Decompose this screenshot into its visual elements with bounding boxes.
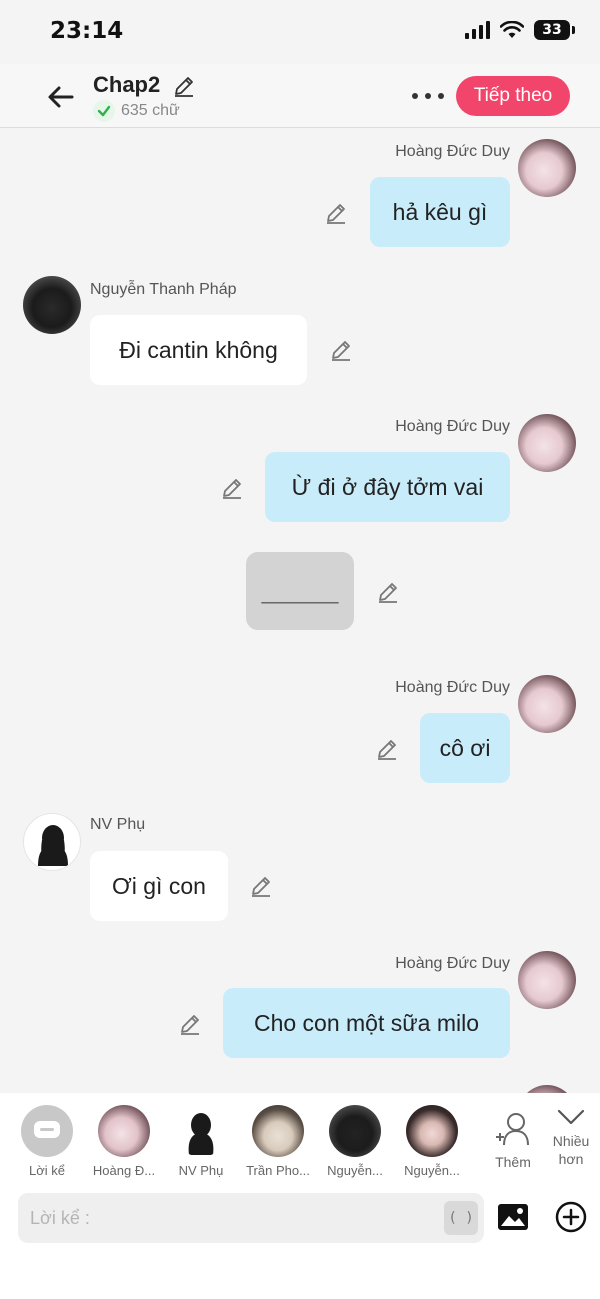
avatar[interactable] — [518, 675, 576, 733]
pencil-icon[interactable] — [220, 476, 244, 500]
character-label: Trần Pho... — [246, 1163, 310, 1178]
cellular-signal-icon — [465, 21, 490, 39]
word-count: 635 chữ — [93, 100, 180, 122]
character-label: Nguyễn... — [404, 1163, 460, 1178]
avatar — [175, 1105, 227, 1157]
wifi-icon — [500, 21, 524, 38]
avatar — [252, 1105, 304, 1157]
character-label: Lời kể — [29, 1163, 65, 1178]
silhouette-icon — [188, 1113, 214, 1155]
character-nguyen-1[interactable]: Nguyễn... — [317, 1105, 393, 1178]
plus-circle-icon[interactable] — [555, 1201, 587, 1233]
character-picker: Lời kể Hoàng Đ... NV Phụ Trần Pho... Ngu… — [0, 1093, 600, 1183]
more-characters-label: Nhiều — [552, 1133, 590, 1149]
character-tran-pho[interactable]: Trần Pho... — [240, 1105, 316, 1178]
check-icon — [93, 100, 115, 122]
pencil-icon[interactable] — [375, 737, 399, 761]
character-nv-phu[interactable]: NV Phụ — [163, 1105, 239, 1178]
character-narrator[interactable]: Lời kể — [9, 1105, 85, 1178]
status-time: 23:14 — [50, 18, 124, 44]
character-label: NV Phụ — [178, 1163, 224, 1178]
avatar[interactable] — [518, 139, 576, 197]
message-input-box[interactable]: ( ) — [18, 1193, 484, 1243]
speaker-name: Hoàng Đức Duy — [395, 418, 510, 435]
message-bubble[interactable]: Ừ đi ở đây tởm vai — [265, 452, 510, 522]
avatar — [329, 1105, 381, 1157]
pencil-icon[interactable] — [376, 580, 400, 604]
parentheses-button[interactable]: ( ) — [444, 1201, 478, 1235]
back-arrow-icon[interactable] — [44, 80, 78, 114]
chat-bubble-icon — [21, 1105, 73, 1157]
more-options-icon[interactable] — [412, 84, 444, 108]
next-button[interactable]: Tiếp theo — [456, 76, 570, 116]
pencil-icon[interactable] — [178, 1012, 202, 1036]
chapter-header: Chap2 635 chữ Tiếp theo — [0, 64, 600, 128]
message-bubble[interactable]: cô ơi — [420, 713, 510, 783]
avatar — [406, 1105, 458, 1157]
speaker-name: Hoàng Đức Duy — [395, 679, 510, 696]
chat-area[interactable]: Hoàng Đức Duy hả kêu gì Nguyễn Thanh Phá… — [0, 129, 600, 1093]
more-characters-label: hơn — [558, 1151, 584, 1167]
avatar — [98, 1105, 150, 1157]
pencil-icon[interactable] — [172, 74, 196, 98]
message-bubble[interactable]: Đi cantin không — [90, 315, 307, 385]
word-count-label: 635 chữ — [121, 102, 180, 119]
add-person-icon — [496, 1113, 529, 1146]
character-label: Nguyễn... — [327, 1163, 383, 1178]
pencil-icon[interactable] — [329, 338, 353, 362]
silhouette-icon — [38, 825, 68, 866]
message-bubble[interactable]: hả kêu gì — [370, 177, 510, 247]
add-character-button[interactable]: Thêm — [490, 1111, 536, 1170]
message-bubble[interactable]: Ơi gì con — [90, 851, 228, 921]
character-duy[interactable]: Hoàng Đ... — [86, 1105, 162, 1178]
avatar[interactable] — [518, 414, 576, 472]
character-nguyen-2[interactable]: Nguyễn... — [394, 1105, 470, 1178]
more-characters-button[interactable]: Nhiều hơn — [548, 1107, 594, 1168]
speaker-name: Hoàng Đức Duy — [395, 955, 510, 972]
composer-panel: Lời kể Hoàng Đ... NV Phụ Trần Pho... Ngu… — [0, 1093, 600, 1299]
avatar[interactable] — [518, 1085, 576, 1093]
speaker-name: Nguyễn Thanh Pháp — [90, 281, 237, 298]
avatar[interactable] — [518, 951, 576, 1009]
chevron-down-icon — [557, 1109, 585, 1125]
pencil-icon[interactable] — [249, 874, 273, 898]
character-label: Hoàng Đ... — [92, 1163, 156, 1178]
speaker-name: NV Phụ — [90, 816, 146, 833]
add-character-label: Thêm — [495, 1154, 531, 1170]
pencil-icon[interactable] — [324, 201, 348, 225]
message-bubble[interactable]: Cho con một sữa milo — [223, 988, 510, 1058]
battery-icon: 33 — [534, 20, 575, 40]
chapter-title[interactable]: Chap2 — [93, 72, 160, 98]
status-icons: 33 — [465, 20, 575, 40]
status-bar: 23:14 33 — [0, 0, 600, 64]
image-icon[interactable] — [497, 1203, 529, 1231]
avatar[interactable] — [23, 813, 81, 871]
narration-bubble[interactable]: ______ — [246, 552, 354, 630]
avatar[interactable] — [23, 276, 81, 334]
speaker-name: Hoàng Đức Duy — [395, 143, 510, 160]
message-input[interactable] — [18, 1193, 438, 1243]
